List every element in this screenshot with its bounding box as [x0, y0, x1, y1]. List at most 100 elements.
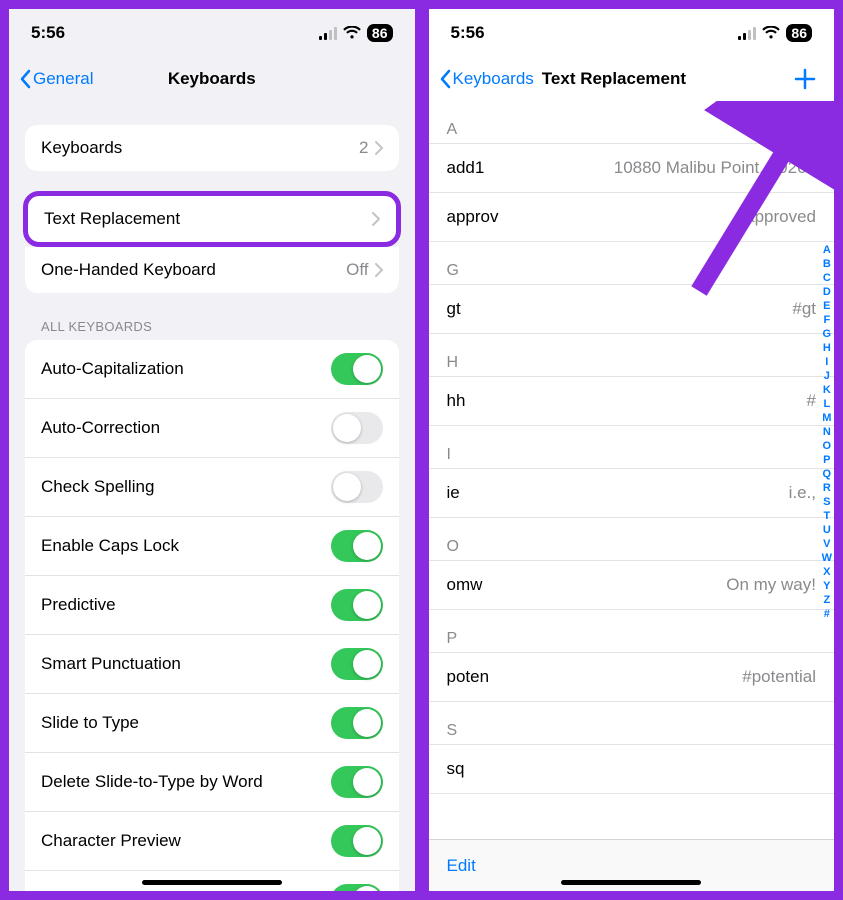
index-letter[interactable]: X [823, 565, 830, 579]
index-letter[interactable]: Y [823, 579, 830, 593]
index-letter[interactable]: T [823, 509, 830, 523]
index-letter[interactable]: M [822, 411, 831, 425]
back-label: Keyboards [453, 69, 534, 89]
index-letter[interactable]: L [823, 397, 830, 411]
keyboards-group: Keyboards 2 [25, 125, 399, 171]
chevron-left-icon [439, 69, 451, 89]
row-label: Auto-Capitalization [41, 359, 184, 379]
status-bar: 5:56 86 [9, 9, 415, 57]
toggle-switch[interactable] [331, 884, 383, 891]
row-detail-count: 2 [359, 138, 368, 158]
index-letter[interactable]: H [823, 341, 831, 355]
toggle-switch[interactable] [331, 648, 383, 680]
index-letter[interactable]: Z [823, 593, 830, 607]
add-button[interactable] [784, 62, 826, 96]
replacement-row[interactable]: add110880 Malibu Point, 90265 [429, 143, 835, 193]
shortcut-text: omw [447, 575, 483, 595]
row-label: "." Shortcut [41, 890, 126, 891]
phrase-text: # [807, 391, 816, 411]
toggle-switch[interactable] [331, 589, 383, 621]
toggle-row: Character Preview [25, 812, 399, 871]
shortcut-text: poten [447, 667, 490, 687]
index-letter[interactable]: A [823, 243, 831, 257]
one-handed-row[interactable]: One-Handed Keyboard Off [25, 247, 399, 293]
index-letter[interactable]: O [823, 439, 832, 453]
text-replacement-row[interactable]: Text Replacement [28, 196, 396, 242]
index-letter[interactable]: F [823, 313, 830, 327]
toggle-row: Auto-Correction [25, 399, 399, 458]
replacements-list: Aadd110880 Malibu Point, 90265approv#app… [429, 101, 835, 794]
home-indicator[interactable] [142, 880, 282, 885]
toggle-switch[interactable] [331, 471, 383, 503]
status-time: 5:56 [451, 23, 485, 43]
edit-button[interactable]: Edit [447, 856, 476, 876]
keyboards-row[interactable]: Keyboards 2 [25, 125, 399, 171]
index-letter[interactable]: N [823, 425, 831, 439]
phrase-text: 10880 Malibu Point, 90265 [614, 158, 816, 178]
replacement-row[interactable]: poten#potential [429, 652, 835, 702]
index-letter[interactable]: # [824, 607, 830, 621]
toggle-switch[interactable] [331, 412, 383, 444]
back-button[interactable]: General [17, 65, 95, 93]
back-button[interactable]: Keyboards [437, 65, 536, 93]
toggle-row: Smart Punctuation [25, 635, 399, 694]
replacement-row[interactable]: hh# [429, 376, 835, 426]
highlight-annotation: Text Replacement [23, 191, 401, 247]
row-label: Smart Punctuation [41, 654, 181, 674]
toggle-switch[interactable] [331, 353, 383, 385]
index-letter[interactable]: Q [823, 467, 832, 481]
row-label: Predictive [41, 595, 116, 615]
index-letter[interactable]: K [823, 383, 831, 397]
toggle-switch[interactable] [331, 766, 383, 798]
keyboards-settings-screen: 5:56 86 General Keyboards Keyboards 2 [5, 5, 419, 895]
index-letter[interactable]: R [823, 481, 831, 495]
content-scroll[interactable]: Keyboards 2 Text Replacement One-Handed … [9, 101, 415, 891]
content-scroll[interactable]: Aadd110880 Malibu Point, 90265approv#app… [429, 101, 835, 891]
list-section-header: I [429, 426, 835, 468]
index-letter[interactable]: V [823, 537, 830, 551]
index-letter[interactable]: C [823, 271, 831, 285]
index-letter[interactable]: J [824, 369, 830, 383]
index-letter[interactable]: U [823, 523, 831, 537]
list-section-header: A [429, 101, 835, 143]
replacement-row[interactable]: gt#gt [429, 284, 835, 334]
chevron-right-icon [375, 263, 383, 277]
text-replacement-screen: 5:56 86 Keyboards Text Replacement Aadd1… [425, 5, 839, 895]
toggle-switch[interactable] [331, 707, 383, 739]
row-label: Text Replacement [44, 209, 180, 229]
battery-icon: 86 [786, 24, 812, 42]
status-bar: 5:56 86 [429, 9, 835, 57]
replacement-row[interactable]: sq [429, 744, 835, 794]
phrase-text: #gt [792, 299, 816, 319]
row-label: Auto-Correction [41, 418, 160, 438]
chevron-left-icon [19, 69, 31, 89]
replacement-row[interactable]: iei.e., [429, 468, 835, 518]
row-detail-value: Off [346, 260, 368, 280]
toggle-row: Delete Slide-to-Type by Word [25, 753, 399, 812]
phrase-text: On my way! [726, 575, 816, 595]
replacement-row[interactable]: omw On my way! [429, 560, 835, 610]
nav-bar: Keyboards Text Replacement [429, 57, 835, 101]
list-section-header: O [429, 518, 835, 560]
index-letter[interactable]: B [823, 257, 831, 271]
row-label: Slide to Type [41, 713, 139, 733]
phrase-text: #approved [736, 207, 816, 227]
index-letter[interactable]: P [823, 453, 830, 467]
toggle-switch[interactable] [331, 825, 383, 857]
replacement-row[interactable]: approv#approved [429, 193, 835, 242]
index-letter[interactable]: S [823, 495, 830, 509]
chevron-right-icon [375, 141, 383, 155]
cell-signal-icon [319, 26, 337, 40]
toggles-group: Auto-Capitalization Auto-Correction Chec… [25, 340, 399, 891]
section-index-bar[interactable]: ABCDEFGHIJKLMNOPQRSTUVWXYZ# [822, 243, 832, 621]
index-letter[interactable]: D [823, 285, 831, 299]
index-letter[interactable]: E [823, 299, 830, 313]
index-letter[interactable]: W [822, 551, 832, 565]
toggle-switch[interactable] [331, 530, 383, 562]
index-letter[interactable]: I [825, 355, 828, 369]
index-letter[interactable]: G [823, 327, 832, 341]
phrase-text: i.e., [789, 483, 816, 503]
nav-bar: General Keyboards [9, 57, 415, 101]
home-indicator[interactable] [561, 880, 701, 885]
row-label: One-Handed Keyboard [41, 260, 216, 280]
